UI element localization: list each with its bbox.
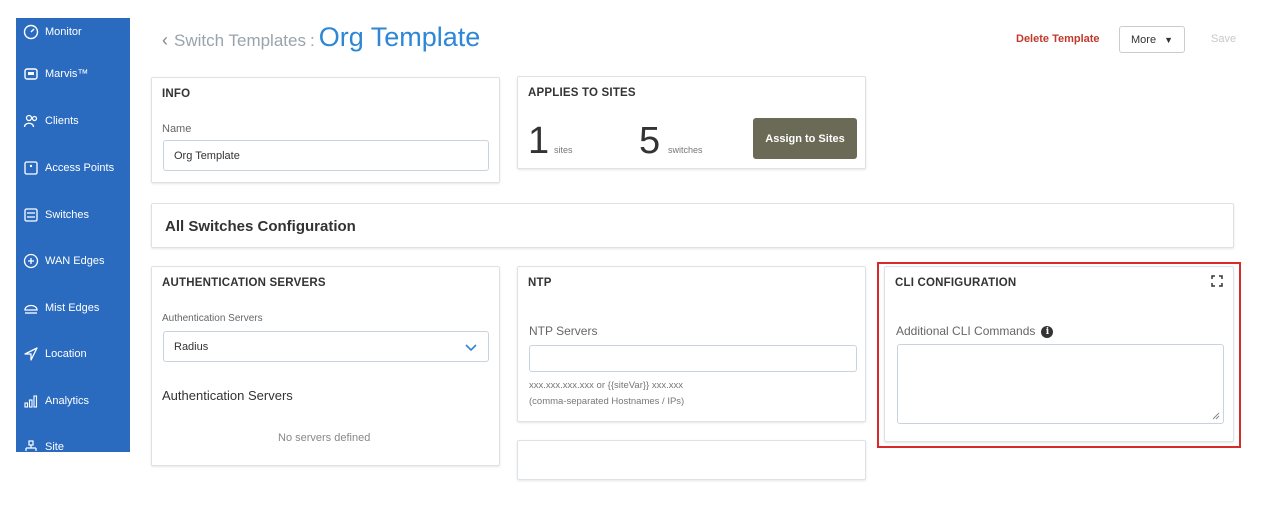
breadcrumb: ‹ Switch Templates : Org Template	[162, 22, 480, 53]
marvis-icon	[23, 66, 39, 82]
auth-servers-select[interactable]: Radius	[163, 331, 489, 362]
info-card: INFO Name Org Template	[151, 77, 500, 183]
sidebar-item-label: Site	[45, 441, 64, 452]
ntp-servers-input[interactable]	[529, 345, 857, 372]
sidebar-item-access-points[interactable]: Access Points	[16, 154, 130, 182]
name-label: Name	[162, 123, 192, 135]
sidebar-item-site[interactable]: Site	[16, 433, 130, 452]
ntp-hint-format: xxx.xxx.xxx.xxx or {{siteVar}} xxx.xxx	[529, 380, 683, 391]
switches-unit-label: switches	[668, 145, 703, 155]
sidebar-item-label: Switches	[45, 209, 90, 221]
assign-to-sites-button[interactable]: Assign to Sites	[753, 118, 857, 159]
name-input[interactable]: Org Template	[163, 140, 489, 171]
location-icon	[23, 346, 39, 362]
all-switches-configuration-header: All Switches Configuration	[151, 203, 1234, 248]
wan-edge-icon	[23, 253, 39, 269]
all-switches-title: All Switches Configuration	[165, 218, 356, 235]
ntp-card-title: NTP	[528, 277, 552, 289]
sites-unit-label: sites	[554, 145, 573, 155]
sidebar-item-label: Clients	[45, 115, 79, 127]
more-label: More	[1131, 33, 1157, 46]
authentication-servers-card: AUTHENTICATION SERVERS Authentication Se…	[151, 266, 500, 466]
delete-template-button[interactable]: Delete Template	[1016, 33, 1100, 45]
clients-icon	[23, 113, 39, 129]
caret-down-icon: ▼	[1164, 34, 1173, 45]
save-button[interactable]: Save	[1211, 33, 1236, 45]
sites-count: 1	[528, 120, 550, 162]
sidebar: Monitor Marvis™ Clients Access Points Sw…	[16, 18, 130, 452]
sidebar-item-mist-edges[interactable]: Mist Edges	[16, 294, 130, 322]
applies-to-sites-card: APPLIES TO SITES 1 sites 5 switches Assi…	[517, 76, 866, 169]
app-root: Monitor Marvis™ Clients Access Points Sw…	[0, 0, 1266, 515]
sidebar-item-label: Mist Edges	[45, 302, 100, 314]
auth-servers-section-heading: Authentication Servers	[162, 388, 293, 403]
sidebar-item-label: Access Points	[45, 162, 115, 174]
switch-icon	[23, 207, 39, 223]
page-title: Org Template	[318, 22, 481, 52]
mist-edge-icon	[23, 300, 39, 316]
sidebar-item-location[interactable]: Location	[16, 340, 130, 368]
breadcrumb-parent-link[interactable]: Switch Templates	[174, 31, 306, 51]
sidebar-item-wan-edges[interactable]: WAN Edges	[16, 247, 130, 275]
applies-card-title: APPLIES TO SITES	[528, 87, 636, 99]
sidebar-item-clients[interactable]: Clients	[16, 107, 130, 135]
breadcrumb-separator: :	[309, 31, 315, 50]
sidebar-item-monitor[interactable]: Monitor	[16, 18, 130, 46]
chevron-left-icon[interactable]: ‹	[162, 30, 168, 51]
sidebar-item-marvis[interactable]: Marvis™	[16, 60, 130, 88]
cli-highlight-box	[877, 262, 1241, 448]
info-card-title: INFO	[162, 88, 191, 100]
auth-servers-select-label: Authentication Servers	[162, 313, 263, 324]
ntp-card: NTP NTP Servers xxx.xxx.xxx.xxx or {{sit…	[517, 266, 866, 422]
no-servers-text: No servers defined	[278, 432, 371, 444]
monitor-icon	[23, 24, 39, 40]
access-point-icon	[23, 160, 39, 176]
analytics-icon	[23, 393, 39, 409]
sidebar-item-label: Monitor	[45, 26, 82, 38]
sidebar-item-label: Location	[45, 348, 87, 360]
sidebar-item-label: Marvis™	[45, 68, 89, 80]
chevron-down-icon	[465, 343, 477, 351]
sidebar-item-analytics[interactable]: Analytics	[16, 387, 130, 415]
next-card	[517, 440, 866, 480]
more-dropdown-button[interactable]: More ▼	[1119, 26, 1185, 53]
ntp-servers-label: NTP Servers	[529, 324, 598, 338]
auth-servers-select-value: Radius	[174, 340, 209, 353]
ntp-hint-description: (comma-separated Hostnames / IPs)	[529, 396, 685, 407]
sidebar-item-switches[interactable]: Switches	[16, 201, 130, 229]
sidebar-item-label: WAN Edges	[45, 255, 105, 267]
sidebar-item-label: Analytics	[45, 395, 90, 407]
auth-card-title: AUTHENTICATION SERVERS	[162, 277, 326, 289]
switches-count: 5	[639, 120, 661, 162]
site-icon	[23, 439, 39, 452]
